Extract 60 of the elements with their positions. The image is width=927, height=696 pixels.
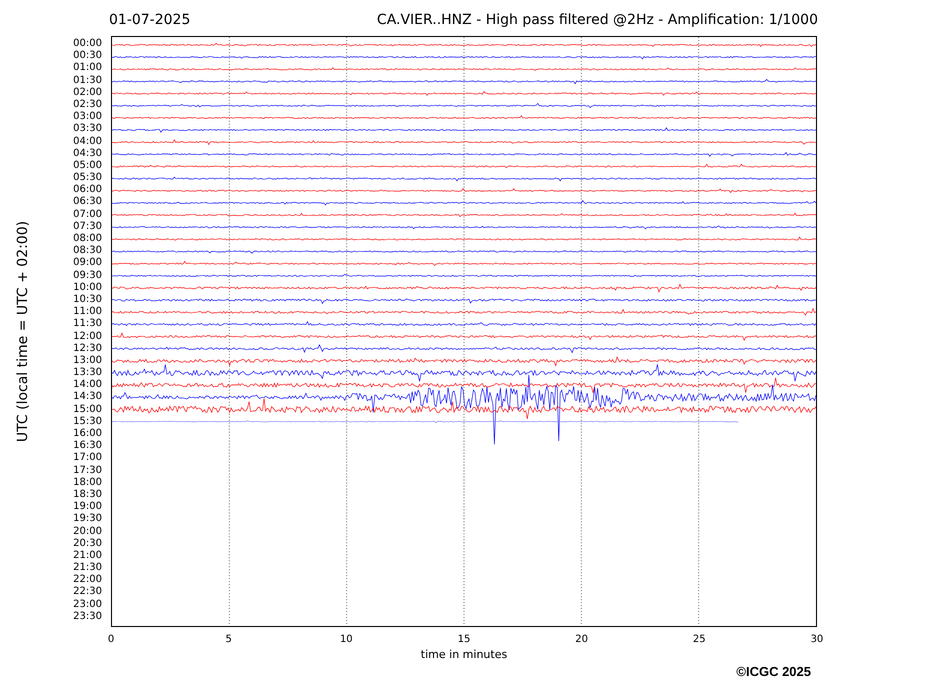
- time-label: 18:30: [73, 488, 102, 502]
- x-tick-label: 5: [224, 633, 233, 647]
- time-label: 00:00: [73, 38, 102, 50]
- time-label: 06:00: [73, 184, 102, 196]
- time-label: 10:00: [73, 282, 102, 294]
- time-label: 23:00: [73, 598, 102, 611]
- time-label: 16:00: [73, 428, 102, 440]
- time-label: 22:00: [73, 574, 102, 586]
- time-label: 05:00: [73, 160, 102, 172]
- x-tick-label: 0: [106, 633, 116, 647]
- time-label: 14:00: [73, 379, 102, 392]
- time-label: 07:00: [73, 208, 102, 221]
- time-label: 16:30: [73, 440, 102, 452]
- time-label: 18:00: [73, 476, 102, 489]
- time-label: 23:30: [73, 610, 102, 623]
- time-label: 09:00: [73, 257, 102, 270]
- time-label: 01:00: [73, 62, 102, 75]
- time-label: 02:30: [73, 98, 102, 112]
- time-label: 12:30: [73, 342, 102, 355]
- time-label: 07:30: [73, 220, 102, 233]
- x-axis-label: time in minutes: [420, 647, 508, 663]
- time-label: 05:30: [73, 172, 102, 184]
- time-label: 17:30: [73, 464, 102, 477]
- x-tick-label: 10: [338, 633, 354, 647]
- copyright-text: ©ICGC 2025: [736, 662, 811, 680]
- y-axis-label: UTC (local time = UTC + 02:00): [14, 220, 32, 442]
- time-label: 13:00: [73, 354, 102, 368]
- time-label: 08:00: [73, 233, 102, 246]
- time-label: 15:30: [73, 416, 102, 428]
- time-label: 14:30: [73, 391, 102, 404]
- time-label: 03:00: [73, 111, 102, 124]
- x-tick-label: 15: [456, 633, 472, 647]
- chart-title: CA.VIER..HNZ - High pass filtered @2Hz - Amplification: 1/1000: [376, 11, 818, 30]
- time-label: 02:00: [73, 86, 102, 99]
- time-label: 03:30: [73, 123, 102, 136]
- time-label: 22:30: [73, 586, 102, 599]
- time-label: 12:00: [73, 330, 102, 343]
- time-label: 06:30: [73, 196, 102, 209]
- time-label: 21:30: [73, 562, 102, 574]
- time-label: 04:30: [73, 148, 102, 160]
- time-label: 20:30: [73, 538, 102, 550]
- time-label: 01:30: [73, 74, 102, 87]
- time-label: 20:00: [73, 526, 102, 538]
- time-label: 17:00: [73, 452, 102, 465]
- time-label: 11:30: [73, 318, 102, 330]
- chart-date: 01-07-2025: [109, 11, 190, 30]
- x-tick-label: 30: [810, 633, 824, 647]
- time-label: 09:30: [73, 270, 102, 282]
- time-label: 00:30: [73, 50, 102, 62]
- time-label: 13:30: [73, 367, 102, 380]
- time-label: 19:00: [73, 501, 102, 514]
- time-label: 04:00: [73, 136, 102, 148]
- time-label: 10:30: [73, 294, 102, 306]
- x-tick-label: 25: [692, 633, 707, 647]
- x-tick-label: 20: [574, 633, 589, 647]
- time-label: 11:00: [73, 306, 102, 318]
- time-label: 19:30: [73, 513, 102, 526]
- time-label: 15:00: [73, 404, 102, 416]
- time-label: 21:00: [73, 550, 102, 562]
- time-label: 08:30: [73, 245, 102, 258]
